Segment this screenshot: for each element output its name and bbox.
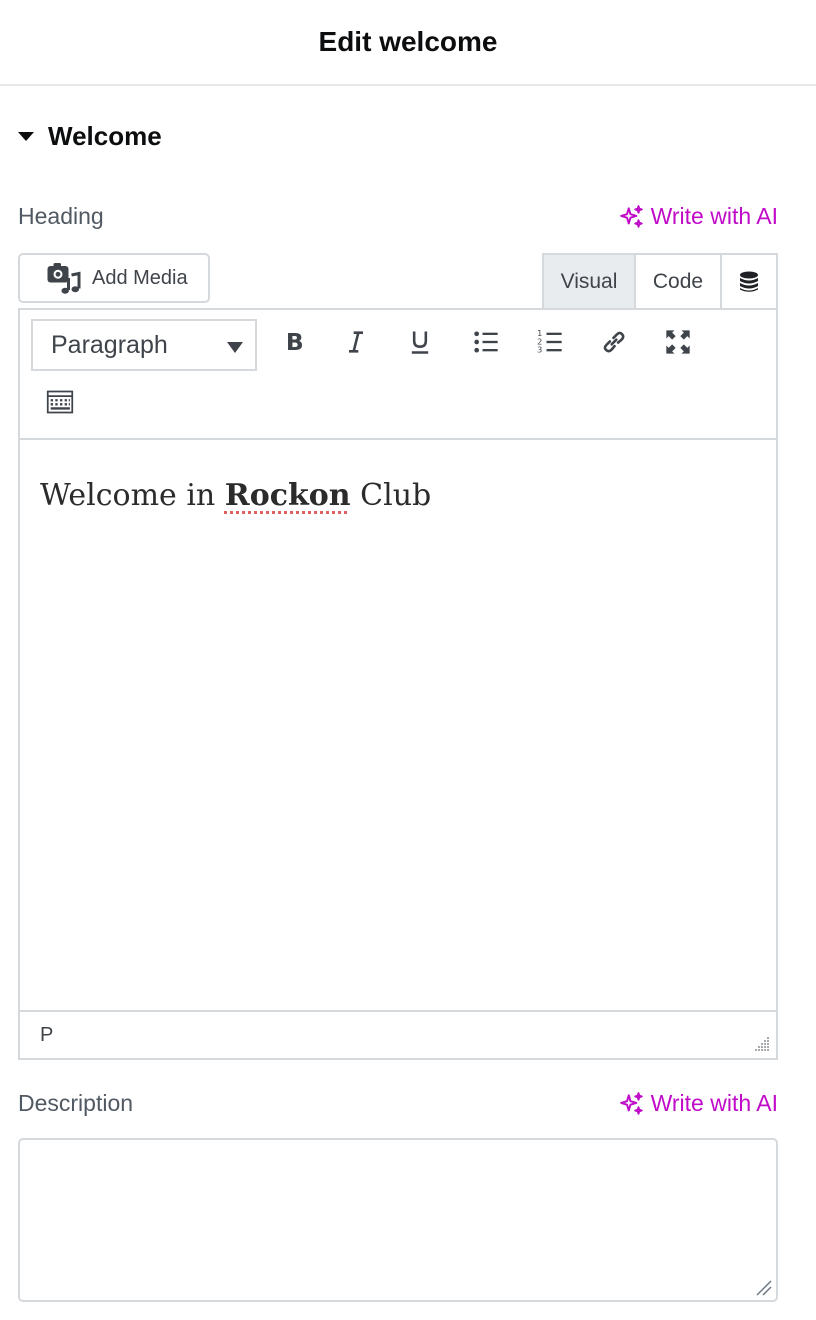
underline-icon [411, 331, 429, 354]
editor-mode-tabs: Visual Code [542, 253, 778, 309]
content-brand-word: Rockon [224, 478, 351, 513]
sparkle-icon [619, 1091, 643, 1115]
section-toggle-welcome[interactable]: Welcome [18, 118, 162, 154]
heading-write-with-ai-link[interactable]: Write with AI [619, 203, 778, 230]
page-title: Edit welcome [318, 26, 498, 57]
fullscreen-icon [666, 330, 690, 354]
tab-code[interactable]: Code [636, 255, 722, 309]
bullet-list-icon [474, 331, 498, 353]
underline-button[interactable] [400, 322, 440, 362]
editor-content-area[interactable]: Welcome in Rockon Club [20, 440, 776, 1010]
tab-visual[interactable]: Visual [544, 255, 636, 309]
media-icon [47, 263, 81, 294]
description-textarea[interactable] [18, 1138, 778, 1302]
keyboard-icon [46, 390, 74, 414]
numbered-list-icon: 1 2 3 [537, 328, 562, 355]
tab-dynamic-data[interactable] [722, 255, 776, 309]
link-button[interactable] [594, 322, 634, 362]
description-label: Description [18, 1090, 134, 1116]
wysiwyg-editor: Paragraph B 1 2 3 Welcome in Rockon Club… [18, 308, 778, 1060]
link-icon [603, 331, 625, 353]
add-media-button[interactable]: Add Media [18, 253, 210, 303]
svg-text:3: 3 [537, 345, 542, 355]
italic-button[interactable] [336, 322, 376, 362]
italic-icon [349, 331, 363, 353]
editor-statusbar: P [20, 1010, 776, 1058]
content-text-before: Welcome in [40, 478, 225, 513]
chevron-down-icon [227, 342, 243, 353]
toolbar-toggle-button[interactable] [40, 382, 80, 422]
element-path[interactable]: P [40, 1024, 53, 1047]
add-media-label: Add Media [92, 266, 188, 289]
panel-header: Edit welcome [0, 0, 816, 86]
description-write-with-ai-link[interactable]: Write with AI [619, 1090, 778, 1117]
sparkle-icon [619, 204, 643, 228]
editor-toolbar: Paragraph B 1 2 3 [20, 310, 776, 440]
resize-handle-icon[interactable] [752, 1034, 770, 1052]
write-with-ai-label: Write with AI [650, 1090, 778, 1116]
bold-icon: B [286, 328, 304, 356]
caret-down-icon [18, 131, 34, 141]
database-icon [740, 271, 758, 292]
content-text-after: Club [350, 478, 432, 513]
heading-label: Heading [18, 203, 104, 229]
numbered-list-button[interactable]: 1 2 3 [530, 322, 570, 362]
svg-text:B: B [286, 328, 304, 356]
format-select[interactable]: Paragraph [31, 319, 257, 371]
resize-handle-icon[interactable] [754, 1278, 772, 1296]
write-with-ai-label: Write with AI [650, 203, 778, 229]
fullscreen-button[interactable] [658, 322, 698, 362]
bullet-list-button[interactable] [466, 322, 506, 362]
bold-button[interactable]: B [274, 322, 314, 362]
format-select-value: Paragraph [51, 330, 168, 359]
section-title: Welcome [48, 120, 162, 151]
